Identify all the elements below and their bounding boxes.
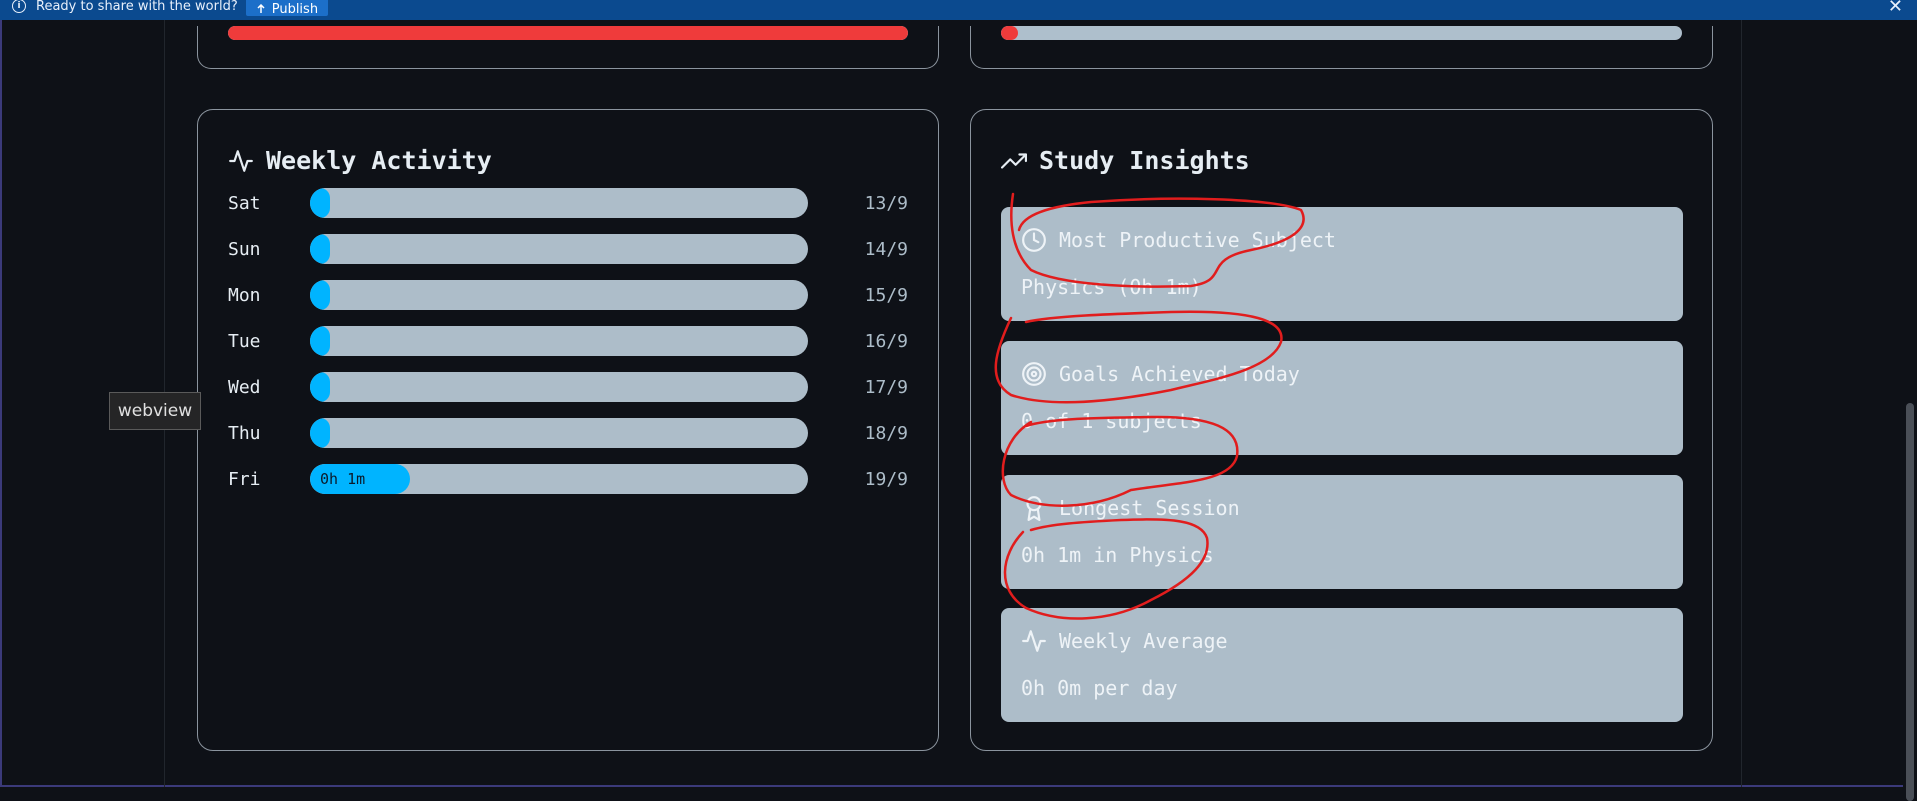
scrollbar[interactable]	[1903, 20, 1917, 801]
insight-goals-achieved: Goals Achieved Today 0 of 1 subjects	[1001, 341, 1683, 455]
weekly-activity-title: Weekly Activity	[266, 146, 492, 175]
target-icon	[1022, 362, 1046, 386]
activity-row-tue: Tue 16/9	[228, 326, 908, 356]
day-date: 16/9	[864, 330, 908, 352]
award-icon	[1026, 496, 1042, 521]
insight-weekly-average: Weekly Average 0h 0m per day	[1001, 608, 1683, 722]
info-icon: i	[12, 0, 26, 13]
activity-row-wed: Wed 17/9	[228, 372, 908, 402]
day-bar-fill	[310, 280, 330, 310]
insight-heading: Weekly Average	[1059, 629, 1228, 653]
study-insights-card: Study Insights Most Productive Subject P…	[970, 109, 1713, 751]
notification-bar: i Ready to share with the world? Publish…	[0, 0, 1917, 20]
day-date: 18/9	[864, 422, 908, 444]
activity-row-thu: Thu 18/9	[228, 418, 908, 448]
close-icon[interactable]: ✕	[1888, 0, 1903, 17]
insight-value: 0 of 1 subjects	[1021, 409, 1202, 433]
insight-heading-row: Most Productive Subject	[1021, 227, 1336, 253]
day-bar-track	[310, 280, 808, 310]
insight-heading-row: Longest Session	[1021, 495, 1240, 521]
progress-bar-left	[228, 26, 908, 40]
day-date: 13/9	[864, 192, 908, 214]
scrollbar-thumb[interactable]	[1906, 403, 1914, 801]
progress-bar-right	[1001, 26, 1682, 40]
day-date: 15/9	[864, 284, 908, 306]
insight-heading-row: Weekly Average	[1021, 628, 1228, 654]
weekly-activity-header: Weekly Activity	[228, 146, 492, 175]
previous-card-left	[197, 26, 939, 69]
day-date: 14/9	[864, 238, 908, 260]
study-insights-header: Study Insights	[1001, 146, 1250, 175]
day-date: 17/9	[864, 376, 908, 398]
day-bar-track	[310, 188, 808, 218]
day-bar-track	[310, 234, 808, 264]
insight-value: Physics (0h 1m)	[1021, 275, 1202, 299]
activity-row-sun: Sun 14/9	[228, 234, 908, 264]
insight-value: 0h 0m per day	[1021, 676, 1178, 700]
day-label: Mon	[228, 284, 261, 306]
day-date: 19/9	[864, 468, 908, 490]
insight-heading-row: Goals Achieved Today	[1021, 361, 1300, 387]
publish-label: Publish	[271, 1, 319, 17]
insight-heading: Most Productive Subject	[1059, 228, 1336, 252]
weekly-activity-card: Weekly Activity Sat 13/9 Sun 14/9 Mon 15/9 Tue…	[197, 109, 939, 751]
notification-message: Ready to share with the world?	[36, 0, 238, 14]
day-bar-track	[310, 418, 808, 448]
day-bar-fill: 0h 1m	[310, 464, 410, 494]
day-label: Tue	[228, 330, 261, 352]
previous-card-right	[970, 26, 1713, 69]
insight-heading: Goals Achieved Today	[1059, 362, 1300, 386]
progress-fill-left	[228, 26, 908, 40]
activity-icon	[229, 149, 253, 172]
study-insights-title: Study Insights	[1039, 146, 1250, 175]
day-bar-fill	[310, 372, 330, 402]
activity-row-sat: Sat 13/9	[228, 188, 908, 218]
clock-icon	[1022, 228, 1046, 252]
day-bar-fill	[310, 326, 330, 356]
activity-icon	[1022, 630, 1046, 652]
day-bar-fill	[310, 234, 330, 264]
activity-row-fri: Fri 0h 1m 19/9	[228, 464, 908, 494]
day-bar-track	[310, 372, 808, 402]
insight-heading: Longest Session	[1059, 496, 1240, 520]
progress-fill-right	[1001, 26, 1019, 40]
trending-up-icon	[1001, 152, 1027, 169]
day-bar-track	[310, 326, 808, 356]
day-bar-track: 0h 1m	[310, 464, 808, 494]
publish-button[interactable]: Publish	[245, 0, 329, 17]
dashboard-content: Weekly Activity Sat 13/9 Sun 14/9 Mon 15/9 Tue…	[164, 20, 1742, 787]
insight-most-productive: Most Productive Subject Physics (0h 1m)	[1001, 207, 1683, 321]
insight-longest-session: Longest Session 0h 1m in Physics	[1001, 475, 1683, 589]
webview-tooltip: webview	[109, 392, 201, 430]
day-label: Sun	[228, 238, 261, 260]
insight-value: 0h 1m in Physics	[1021, 543, 1214, 567]
publish-icon	[257, 4, 265, 13]
activity-row-mon: Mon 15/9	[228, 280, 908, 310]
day-label: Sat	[228, 192, 261, 214]
day-bar-fill	[310, 418, 330, 448]
day-label: Fri	[228, 468, 261, 490]
day-label: Thu	[228, 422, 261, 444]
day-bar-fill	[310, 188, 330, 218]
day-label: Wed	[228, 376, 261, 398]
